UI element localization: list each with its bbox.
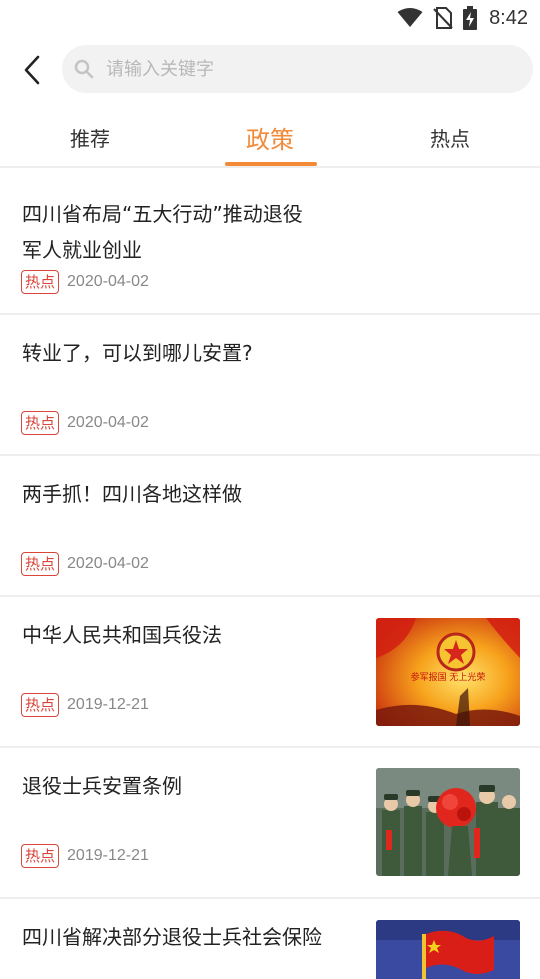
hot-badge: 热点	[21, 844, 60, 868]
list-item[interactable]: 四川省解决部分退役士兵社会保险	[0, 899, 540, 979]
tab-hot[interactable]: 热点	[360, 108, 540, 166]
tab-indicator	[225, 162, 317, 166]
hot-badge: 热点	[21, 270, 60, 294]
tab-label: 热点	[430, 126, 470, 151]
news-date: 2020-04-02	[67, 273, 149, 290]
news-title: 转业了，可以到哪儿安置?	[22, 341, 253, 365]
search-box[interactable]	[62, 45, 533, 93]
news-date: 2020-04-02	[67, 414, 149, 431]
back-button[interactable]	[14, 52, 50, 88]
status-bar: 8:42	[0, 0, 540, 36]
news-title: 四川省解决部分退役士兵社会保险	[22, 925, 322, 949]
wifi-icon	[397, 8, 423, 28]
news-meta: 热点 2019-12-21	[21, 693, 149, 717]
tab-policy[interactable]: 政策	[180, 108, 360, 166]
hot-badge: 热点	[21, 693, 60, 717]
status-time: 8:42	[489, 6, 528, 29]
list-item[interactable]: 两手抓！四川各地这样做 热点 2020-04-02	[0, 456, 540, 597]
title-line: 军人就业创业	[22, 238, 142, 262]
news-thumbnail: 参军报国 无上光荣	[376, 618, 520, 726]
search-input[interactable]	[104, 57, 484, 81]
title-line: 四川省布局“五大行动”推动退役	[22, 202, 303, 226]
thumbnail-caption: 参军报国 无上光荣	[411, 671, 486, 683]
no-sim-icon	[433, 7, 453, 29]
news-date: 2019-12-21	[67, 847, 149, 864]
search-icon	[74, 59, 94, 79]
list-item[interactable]: 中华人民共和国兵役法 热点 2019-12-21 参军报国 无上光荣	[0, 597, 540, 748]
news-meta: 热点 2019-12-21	[21, 844, 149, 868]
news-title: 中华人民共和国兵役法	[22, 623, 222, 647]
tab-label: 推荐	[70, 126, 110, 151]
list-item[interactable]: 退役士兵安置条例 热点 2019-12-21	[0, 748, 540, 899]
battery-charging-icon	[463, 6, 478, 30]
news-title: 退役士兵安置条例	[22, 774, 182, 798]
news-thumbnail	[376, 920, 520, 979]
news-meta: 热点 2020-04-02	[21, 270, 149, 294]
news-meta: 热点 2020-04-02	[21, 411, 149, 435]
tab-recommend[interactable]: 推荐	[0, 108, 180, 166]
tab-label: 政策	[246, 125, 294, 154]
chevron-left-icon	[24, 55, 40, 85]
news-date: 2019-12-21	[67, 696, 149, 713]
list-item[interactable]: 四川省布局“五大行动”推动退役 军人就业创业 热点 2020-04-02	[0, 170, 540, 315]
hot-badge: 热点	[21, 552, 60, 576]
hot-badge: 热点	[21, 411, 60, 435]
news-list: 四川省布局“五大行动”推动退役 军人就业创业 热点 2020-04-02 转业了…	[0, 170, 540, 979]
search-row	[0, 44, 540, 94]
news-title: 四川省布局“五大行动”推动退役 军人就业创业	[22, 196, 303, 268]
news-thumbnail	[376, 768, 520, 876]
news-meta: 热点 2020-04-02	[21, 552, 149, 576]
news-date: 2020-04-02	[67, 555, 149, 572]
tab-bar: 推荐 政策 热点	[0, 108, 540, 168]
list-item[interactable]: 转业了，可以到哪儿安置? 热点 2020-04-02	[0, 315, 540, 456]
news-title: 两手抓！四川各地这样做	[22, 482, 242, 506]
